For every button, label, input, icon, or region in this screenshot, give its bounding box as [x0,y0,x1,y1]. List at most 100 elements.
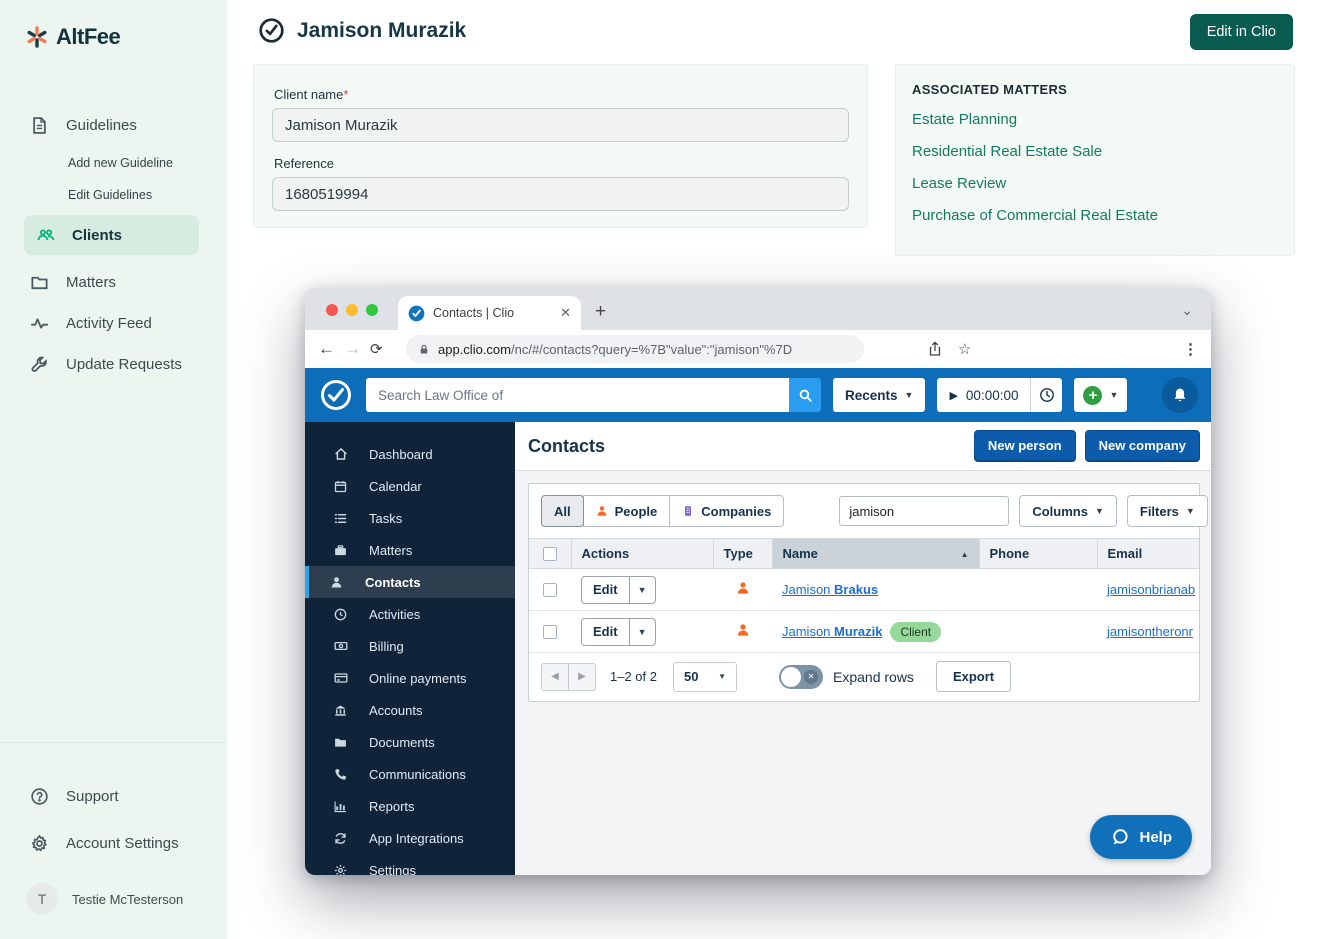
filters-dropdown[interactable]: Filters ▼ [1126,495,1208,527]
sidebar-item-label: Activity Feed [66,315,152,332]
address-bar[interactable]: app.clio.com/nc/#/contacts?query=%7B"val… [406,335,864,363]
clio-nav-tasks[interactable]: Tasks [305,502,515,534]
contact-email-link[interactable]: jamisontheronr [1107,624,1193,639]
next-page-button[interactable]: ▶ [568,662,596,691]
sidebar-item-clients[interactable]: Clients [24,215,199,255]
close-window-button[interactable] [326,304,338,316]
row-checkbox[interactable] [543,582,557,597]
clio-nav-app-integrations[interactable]: App Integrations [305,822,515,854]
client-badge: Client [890,621,942,642]
chat-bubble-icon [1110,827,1130,847]
expand-rows-toggle[interactable]: ✕ [779,664,823,689]
clio-logo [318,377,354,413]
altfee-brand-name: AltFee [56,24,121,49]
contact-name-link[interactable]: Jamison Brakus [782,582,878,597]
clio-nav-settings[interactable]: Settings [305,854,515,875]
sidebar-item-add-new-guideline[interactable]: Add new Guideline [0,149,227,177]
reference-field[interactable] [272,177,849,211]
clio-nav-activities[interactable]: Activities [305,598,515,630]
clio-body: Dashboard Calendar Tasks Matters Contact… [305,422,1211,875]
close-tab-icon[interactable]: ✕ [560,305,571,321]
clio-nav-contacts[interactable]: Contacts [305,566,515,598]
chevron-down-icon: ▼ [904,390,914,400]
sidebar-item-support[interactable]: Support [26,779,227,814]
clio-main: Contacts New person New company All Peop… [515,422,1211,875]
clio-nav-accounts[interactable]: Accounts [305,694,515,726]
check-circle-icon [258,17,285,44]
notifications-button[interactable] [1162,377,1198,413]
tab-companies[interactable]: Companies [669,495,785,527]
page-size-select[interactable]: 50 ▼ [673,661,737,692]
col-name[interactable]: Name ▲ [772,538,980,569]
matter-link-lease-review[interactable]: Lease Review [912,175,1278,192]
edit-split-button: Edit ▼ [581,575,656,604]
edit-dropdown-caret[interactable]: ▼ [629,575,656,604]
tab-all[interactable]: All [541,495,584,527]
clio-nav-dashboard[interactable]: Dashboard [305,438,515,470]
type-cell [713,610,772,653]
edit-button[interactable]: Edit [581,617,630,646]
new-person-button[interactable]: New person [973,430,1076,462]
back-button[interactable]: ← [318,339,344,359]
sidebar-item-guidelines[interactable]: Guidelines [0,108,227,143]
recents-button[interactable]: Recents ▼ [833,378,926,412]
clio-nav-online-payments[interactable]: Online payments [305,662,515,694]
toggle-knob [781,666,801,687]
altfee-logo-icon [24,24,50,50]
browser-menu-icon[interactable]: ⋮ [1183,340,1198,358]
phone-cell [979,610,1097,653]
sidebar-item-activity-feed[interactable]: Activity Feed [0,306,227,341]
clio-search-input[interactable] [366,378,789,412]
chevron-down-icon: ▼ [1109,390,1119,400]
toggle-off-x-icon: ✕ [804,669,818,684]
matter-link-purchase-commercial-real-estate[interactable]: Purchase of Commercial Real Estate [912,207,1278,224]
tab-people[interactable]: People [582,495,671,527]
sidebar-user[interactable]: T Testie McTesterson [26,883,227,915]
clio-nav-calendar[interactable]: Calendar [305,470,515,502]
zoom-window-button[interactable] [366,304,378,316]
contact-email-link[interactable]: jamisonbrianab [1107,582,1195,597]
matter-link-estate-planning[interactable]: Estate Planning [912,111,1278,128]
sidebar-item-update-requests[interactable]: Update Requests [0,347,227,382]
bank-icon [333,704,348,717]
tab-strip-chevron-icon[interactable]: ⌄ [1181,302,1193,319]
type-cell [713,568,772,611]
clio-search-button[interactable] [789,378,821,412]
associated-matters-card: ASSOCIATED MATTERS Estate Planning Resid… [895,64,1295,256]
bookmark-star-icon[interactable]: ☆ [958,340,971,358]
edit-dropdown-caret[interactable]: ▼ [629,617,656,646]
activity-pulse-icon [30,314,50,333]
clio-nav-billing[interactable]: Billing [305,630,515,662]
minimize-window-button[interactable] [346,304,358,316]
edit-button[interactable]: Edit [581,575,630,604]
sidebar-item-edit-guidelines[interactable]: Edit Guidelines [0,181,227,209]
clio-nav-matters[interactable]: Matters [305,534,515,566]
reload-button[interactable]: ⟳ [370,340,400,358]
pagination-bar: ◀ ▶ 1–2 of 2 50 ▼ ✕ Expand rows Export [529,653,1199,701]
row-checkbox[interactable] [543,624,557,639]
select-all-checkbox[interactable] [542,546,557,561]
share-icon[interactable] [928,341,942,357]
sidebar-item-matters[interactable]: Matters [0,265,227,300]
previous-page-button[interactable]: ◀ [541,662,569,691]
export-button[interactable]: Export [935,661,1012,692]
clio-nav-documents[interactable]: Documents [305,726,515,758]
plus-icon: + [1083,385,1103,405]
timer-start-button[interactable]: ▶ 00:00:00 [937,378,1030,412]
contacts-search-input[interactable] [839,496,1010,526]
contact-name-link[interactable]: Jamison Murazik [782,624,882,639]
columns-dropdown[interactable]: Columns ▼ [1019,495,1117,527]
edit-in-clio-button[interactable]: Edit in Clio [1189,14,1293,50]
client-name-field[interactable] [272,108,849,142]
forward-button[interactable]: → [344,339,370,359]
sidebar-item-account-settings[interactable]: Account Settings [26,826,227,861]
browser-tab[interactable]: Contacts | Clio ✕ [398,296,581,330]
clock-button[interactable] [1030,378,1062,412]
new-tab-button[interactable]: + [595,301,606,323]
new-company-button[interactable]: New company [1084,430,1200,462]
matter-link-residential-real-estate-sale[interactable]: Residential Real Estate Sale [912,143,1278,160]
quick-add-button[interactable]: + ▼ [1074,378,1128,412]
help-button[interactable]: Help [1090,815,1192,859]
clio-nav-communications[interactable]: Communications [305,758,515,790]
clio-nav-reports[interactable]: Reports [305,790,515,822]
